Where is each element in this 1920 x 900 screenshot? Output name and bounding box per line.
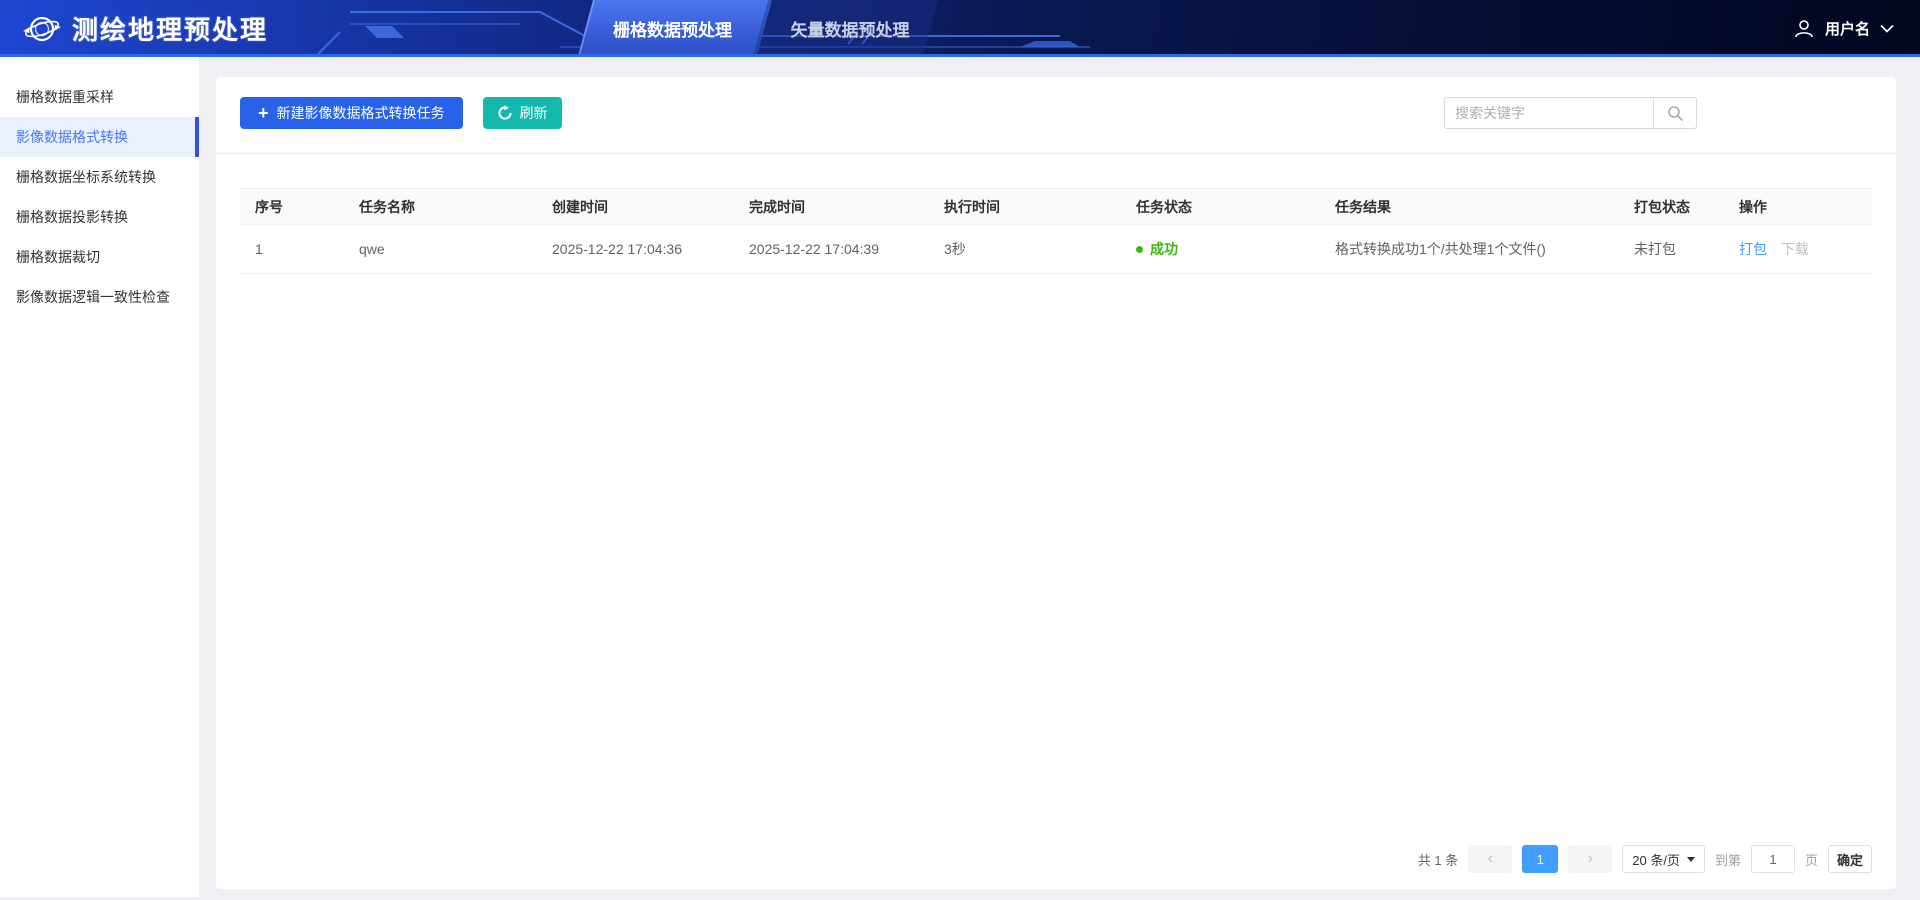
search-box: [1444, 97, 1697, 129]
col-task-result: 任务结果: [1320, 189, 1619, 225]
col-actions: 操作: [1724, 189, 1872, 225]
cell-actions: 打包 下载: [1724, 225, 1872, 274]
sidebar-item-raster-coordinate-conversion[interactable]: 栅格数据坐标系统转换: [0, 157, 199, 197]
goto-confirm-button[interactable]: 确定: [1828, 845, 1872, 873]
app-header: 测绘地理预处理 栅格数据预处理 矢量数据预处理 用户名: [0, 0, 1920, 57]
main-content: + 新建影像数据格式转换任务 刷新: [200, 57, 1920, 897]
task-table: 序号 任务名称 创建时间 完成时间 执行时间 任务状态 任务结果 打包状态 操作: [240, 188, 1872, 274]
cell-exec-time: 3秒: [929, 225, 1121, 274]
next-page-button[interactable]: ›: [1568, 845, 1612, 873]
table-header-row: 序号 任务名称 创建时间 完成时间 执行时间 任务状态 任务结果 打包状态 操作: [240, 189, 1872, 225]
cell-index: 1: [240, 225, 344, 274]
col-created-time: 创建时间: [537, 189, 734, 225]
package-link[interactable]: 打包: [1739, 241, 1767, 257]
page-size-label: 20 条/页: [1632, 850, 1680, 869]
new-task-button[interactable]: + 新建影像数据格式转换任务: [240, 97, 463, 129]
app-logo-area: 测绘地理预处理: [22, 0, 268, 57]
select-caret-icon: [1687, 857, 1695, 862]
search-input[interactable]: [1445, 98, 1653, 128]
goto-suffix: 页: [1805, 850, 1818, 869]
prev-page-button[interactable]: ‹: [1468, 845, 1512, 873]
plus-icon: +: [258, 104, 269, 122]
sidebar: 栅格数据重采样 影像数据格式转换 栅格数据坐标系统转换 栅格数据投影转换 栅格数…: [0, 57, 200, 897]
tab-vector-preprocessing[interactable]: 矢量数据预处理: [770, 0, 930, 57]
col-exec-time: 执行时间: [929, 189, 1121, 225]
pagination-total: 共 1 条: [1418, 850, 1458, 869]
page-1-button[interactable]: 1: [1522, 845, 1558, 873]
app-title: 测绘地理预处理: [72, 10, 268, 47]
new-task-button-label: 新建影像数据格式转换任务: [277, 103, 445, 123]
globe-logo-icon: [22, 9, 62, 49]
page-size-select[interactable]: 20 条/页: [1622, 845, 1705, 873]
col-index: 序号: [240, 189, 344, 225]
sidebar-item-raster-clip[interactable]: 栅格数据裁切: [0, 237, 199, 277]
user-icon: [1793, 18, 1815, 40]
user-name: 用户名: [1825, 18, 1870, 39]
toolbar-divider: [216, 153, 1896, 154]
status-dot-icon: [1136, 246, 1143, 253]
cell-task-result: 格式转换成功1个/共处理1个文件(): [1320, 225, 1619, 274]
col-task-name: 任务名称: [344, 189, 537, 225]
col-finished-time: 完成时间: [734, 189, 929, 225]
cell-task-status: 成功: [1121, 225, 1320, 274]
goto-page-input[interactable]: [1751, 845, 1795, 873]
task-list-card: + 新建影像数据格式转换任务 刷新: [216, 77, 1896, 889]
cell-task-name: qwe: [344, 225, 537, 274]
cell-package-status: 未打包: [1619, 225, 1724, 274]
pagination: 共 1 条 ‹ 1 › 20 条/页 到第 页 确定: [1418, 845, 1872, 873]
sidebar-item-raster-resample[interactable]: 栅格数据重采样: [0, 77, 199, 117]
user-menu[interactable]: 用户名: [1793, 0, 1894, 57]
sidebar-item-raster-projection-conversion[interactable]: 栅格数据投影转换: [0, 197, 199, 237]
status-text: 成功: [1150, 239, 1178, 259]
search-icon: [1667, 105, 1684, 122]
refresh-icon: [497, 105, 513, 121]
goto-prefix: 到第: [1715, 850, 1741, 869]
col-package-status: 打包状态: [1619, 189, 1724, 225]
search-button[interactable]: [1653, 98, 1696, 128]
table-row: 1 qwe 2025-12-22 17:04:36 2025-12-22 17:…: [240, 225, 1872, 274]
chevron-down-icon: [1880, 24, 1894, 33]
refresh-button-label: 刷新: [520, 103, 548, 123]
cell-finished-time: 2025-12-22 17:04:39: [734, 225, 929, 274]
sidebar-item-logic-consistency-check[interactable]: 影像数据逻辑一致性检查: [0, 277, 199, 317]
refresh-button[interactable]: 刷新: [483, 97, 562, 129]
cell-created-time: 2025-12-22 17:04:36: [537, 225, 734, 274]
tab-raster-preprocessing[interactable]: 栅格数据预处理: [585, 0, 760, 57]
download-link[interactable]: 下载: [1781, 241, 1809, 257]
sidebar-item-image-format-conversion[interactable]: 影像数据格式转换: [0, 117, 199, 157]
toolbar: + 新建影像数据格式转换任务 刷新: [240, 77, 1872, 129]
col-task-status: 任务状态: [1121, 189, 1320, 225]
